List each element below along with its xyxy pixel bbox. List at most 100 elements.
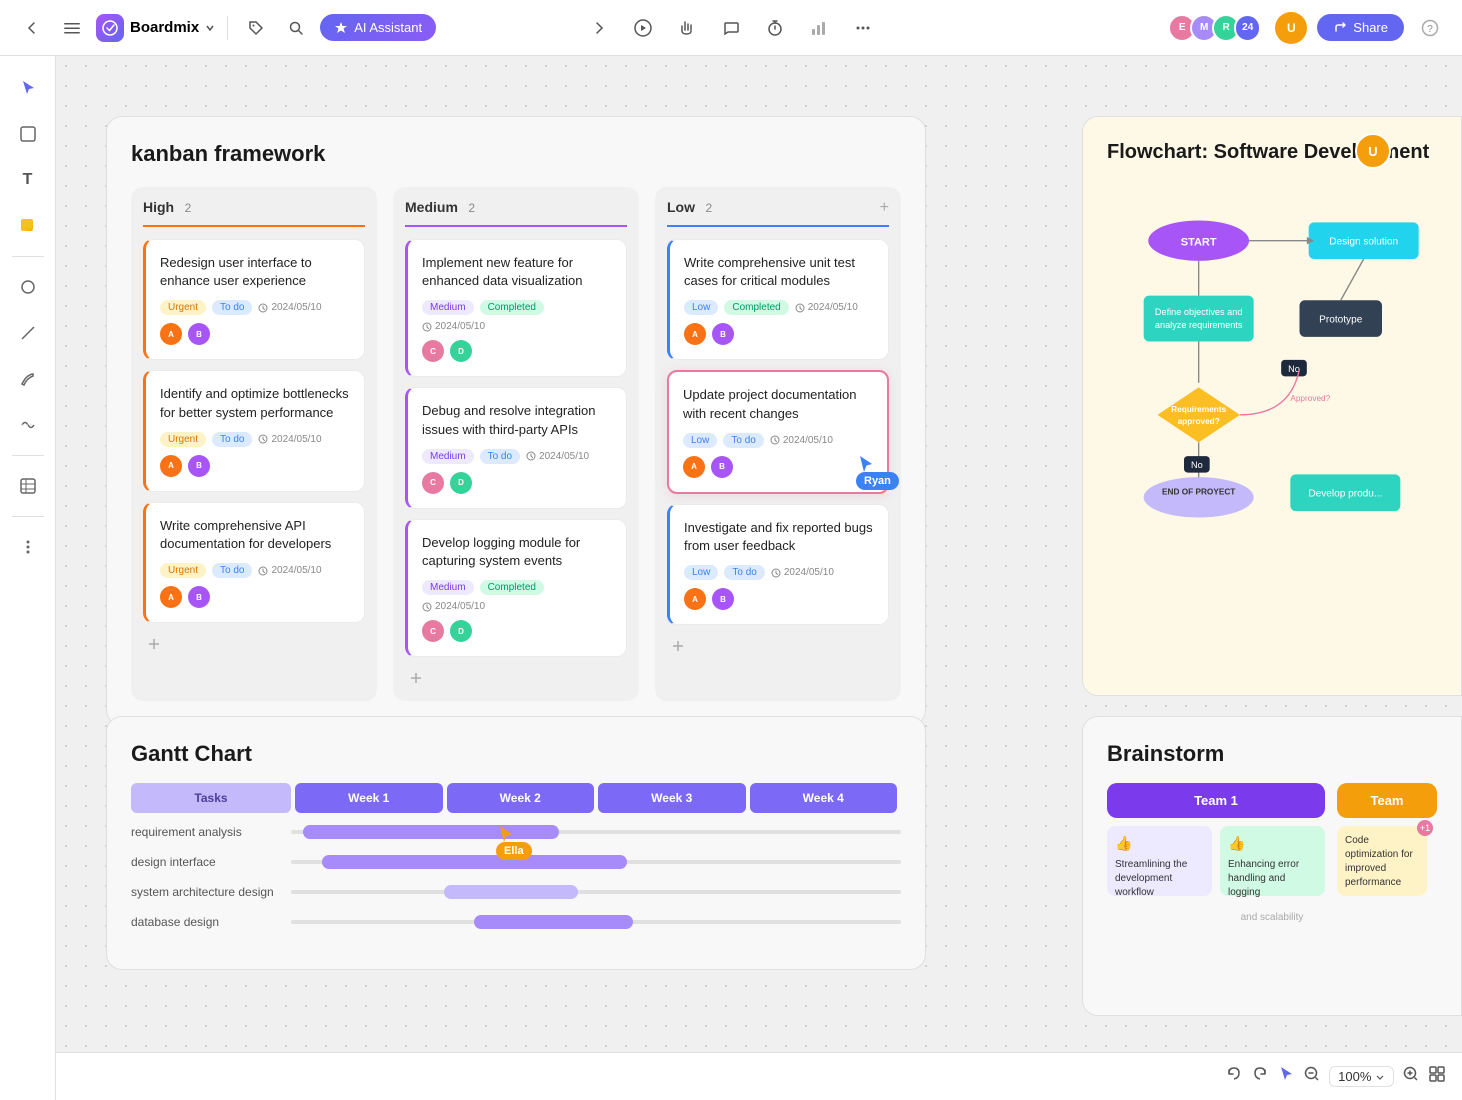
svg-text:START: START xyxy=(1181,236,1217,248)
sidebar-divider-3 xyxy=(12,516,44,517)
team1-header: Team 1 xyxy=(1107,783,1325,818)
table-row[interactable]: Develop logging module for capturing sys… xyxy=(405,519,627,657)
sidebar-item-text[interactable]: T xyxy=(8,160,48,200)
gantt-bar xyxy=(303,825,559,839)
more-center-button[interactable] xyxy=(847,12,879,44)
gantt-row: requirement analysis xyxy=(131,825,901,839)
search-button[interactable] xyxy=(280,12,312,44)
avatar: A xyxy=(684,588,706,610)
avatar: D xyxy=(450,620,472,642)
ella-cursor-area: Ella xyxy=(496,824,516,849)
card-title: Debug and resolve integration issues wit… xyxy=(422,402,612,438)
avatar: B xyxy=(188,323,210,345)
timer-button[interactable] xyxy=(759,12,791,44)
redo-button[interactable] xyxy=(1251,1065,1269,1088)
card-footer: A B xyxy=(160,323,350,345)
add-card-button[interactable] xyxy=(143,633,365,655)
add-card-button[interactable] xyxy=(405,667,627,689)
tag-low: Low xyxy=(684,565,718,580)
svg-text:No: No xyxy=(1191,460,1203,470)
ai-assistant-button[interactable]: AI Assistant xyxy=(320,14,436,41)
sidebar-item-sticky[interactable] xyxy=(8,206,48,246)
table-row[interactable]: Debug and resolve integration issues wit… xyxy=(405,387,627,508)
avatar: C xyxy=(422,472,444,494)
card-footer: C D xyxy=(422,472,612,494)
gantt-row: system architecture design xyxy=(131,885,901,899)
avatar-count: 24 xyxy=(1234,14,1261,42)
gantt-task-label: requirement analysis xyxy=(131,825,291,839)
sidebar-item-cursor[interactable] xyxy=(8,68,48,108)
back-button[interactable] xyxy=(16,12,48,44)
zoom-level-display[interactable]: 100% xyxy=(1329,1066,1394,1087)
kanban-col-medium: Medium 2 Implement new feature for enhan… xyxy=(393,187,639,701)
gantt-header: Tasks Week 1 Week 2 Week 3 Week 4 xyxy=(131,783,901,813)
separator xyxy=(227,16,228,40)
tag-todo: To do xyxy=(212,300,252,315)
table-row[interactable]: Implement new feature for enhanced data … xyxy=(405,239,627,377)
tag-date: 2024/05/10 xyxy=(258,302,321,313)
share-label: Share xyxy=(1353,20,1388,35)
undo-button[interactable] xyxy=(1225,1065,1243,1088)
chat-button[interactable] xyxy=(715,12,747,44)
share-button[interactable]: Share xyxy=(1317,14,1404,41)
sidebar-item-frame[interactable] xyxy=(8,114,48,154)
table-row[interactable]: Redesign user interface to enhance user … xyxy=(143,239,365,360)
play-button[interactable] xyxy=(627,12,659,44)
table-row[interactable]: Write comprehensive unit test cases for … xyxy=(667,239,889,360)
share-icon xyxy=(1333,21,1347,35)
gantt-bar-area xyxy=(291,825,901,839)
col-medium-count: 2 xyxy=(468,201,475,215)
help-button[interactable]: ? xyxy=(1414,12,1446,44)
list-item: 👍 Enhancing error handling and logging xyxy=(1220,826,1325,896)
sidebar-item-pen[interactable] xyxy=(8,359,48,399)
toolbar: Boardmix AI Assistant xyxy=(0,0,1462,56)
avatar: D xyxy=(450,472,472,494)
avatar: B xyxy=(188,455,210,477)
sidebar-divider-1 xyxy=(12,256,44,257)
fit-screen-button[interactable] xyxy=(1428,1065,1446,1088)
avatar: B xyxy=(712,323,734,345)
sidebar-item-shapes[interactable] xyxy=(8,267,48,307)
add-card-button[interactable] xyxy=(667,635,889,657)
sidebar-item-table[interactable] xyxy=(8,466,48,506)
tag-date: 2024/05/10 xyxy=(770,435,833,446)
svg-text:analyze requirements: analyze requirements xyxy=(1155,320,1243,330)
card-title: Implement new feature for enhanced data … xyxy=(422,254,612,290)
gantt-bar xyxy=(322,855,627,869)
select-mode-button[interactable] xyxy=(1277,1065,1295,1088)
gantt-header-tasks: Tasks xyxy=(131,783,291,813)
forward-icon-button[interactable] xyxy=(583,12,615,44)
avatar: B xyxy=(712,588,734,610)
table-row[interactable]: Investigate and fix reported bugs from u… xyxy=(667,504,889,625)
sidebar-item-connect[interactable] xyxy=(8,405,48,445)
tag-todo: To do xyxy=(212,563,252,578)
menu-button[interactable] xyxy=(56,12,88,44)
team2-notes: Code optimization for improved performan… xyxy=(1337,826,1427,896)
card-footer: A B xyxy=(160,586,350,608)
badge: +1 xyxy=(1417,820,1433,836)
sidebar-item-line[interactable] xyxy=(8,313,48,353)
ella-cursor-label: Ella xyxy=(496,842,532,860)
card-title: Write comprehensive unit test cases for … xyxy=(684,254,874,290)
sidebar-item-more[interactable] xyxy=(8,527,48,567)
chart-button[interactable] xyxy=(803,12,835,44)
col-low-add-button[interactable]: + xyxy=(880,199,889,217)
zoom-in-button[interactable] xyxy=(1402,1065,1420,1088)
gesture-button[interactable] xyxy=(671,12,703,44)
tag-urgent: Urgent xyxy=(160,563,206,578)
col-low-title: Low xyxy=(667,199,695,215)
table-row[interactable]: Identify and optimize bottlenecks for be… xyxy=(143,370,365,491)
card-title: Identify and optimize bottlenecks for be… xyxy=(160,385,350,421)
tag-date: 2024/05/10 xyxy=(422,321,485,332)
tag-button[interactable] xyxy=(240,12,272,44)
card-tags: Urgent To do 2024/05/10 xyxy=(160,432,350,447)
avatar: A xyxy=(683,456,705,478)
zoom-out-button[interactable] xyxy=(1303,1065,1321,1088)
bottom-toolbar: 100% xyxy=(56,1052,1462,1100)
tag-medium: Medium xyxy=(422,449,474,464)
svg-text:approved?: approved? xyxy=(1178,417,1220,426)
col-medium-header: Medium 2 xyxy=(405,199,627,227)
ryan-cursor-area: Ryan xyxy=(856,454,876,479)
table-row[interactable]: Write comprehensive API documentation fo… xyxy=(143,502,365,623)
main-canvas[interactable]: kanban framework High 2 Redesign user in… xyxy=(56,56,1462,1100)
